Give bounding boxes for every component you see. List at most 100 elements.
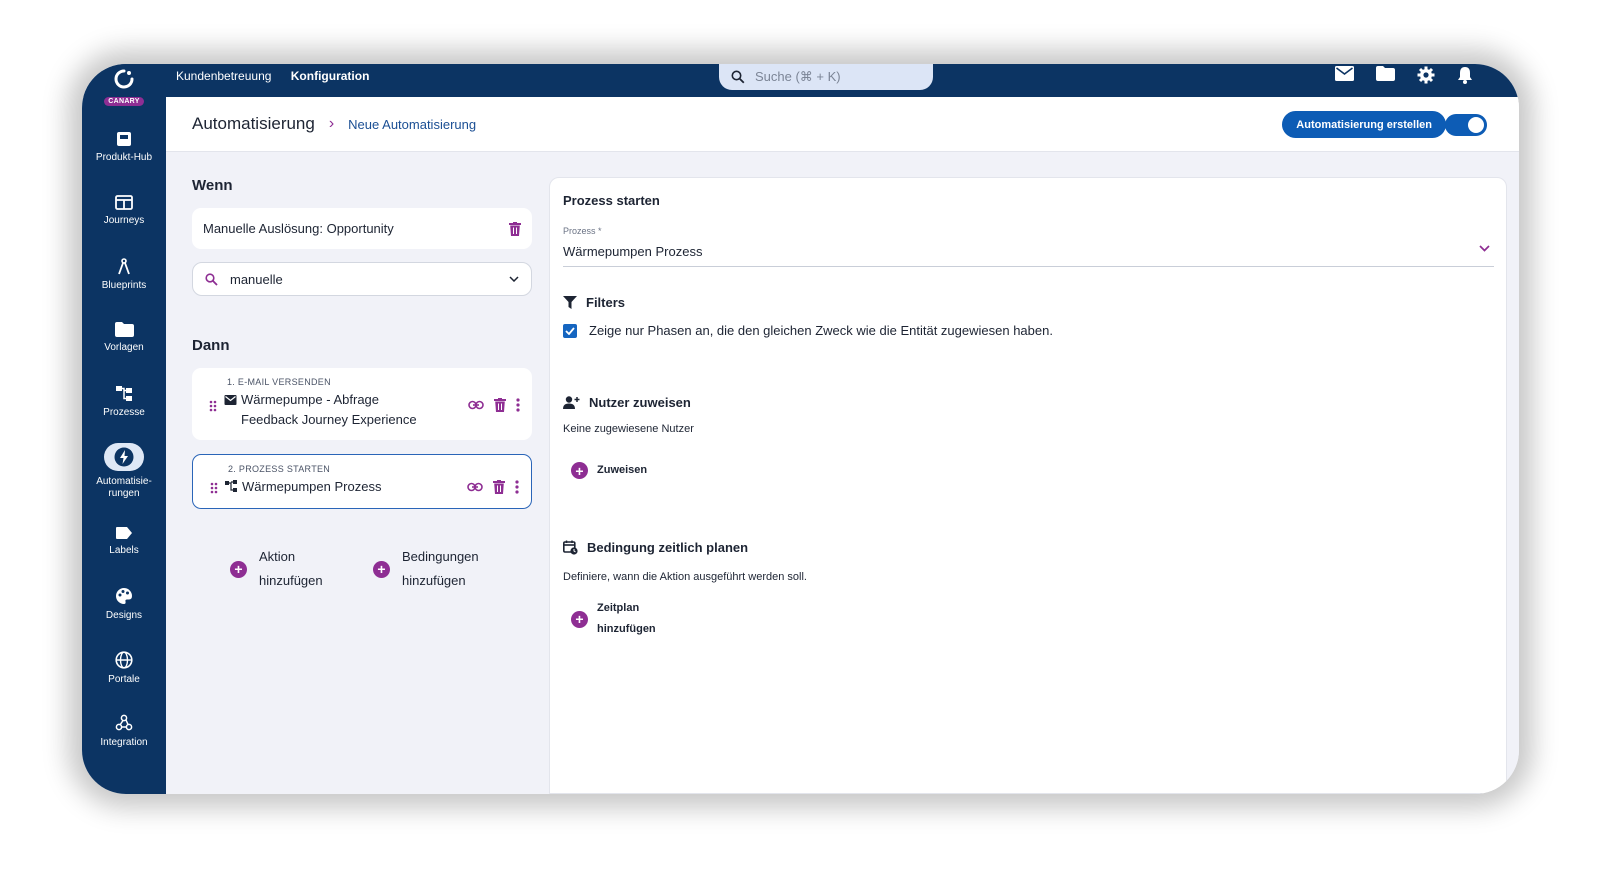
breadcrumb-root[interactable]: Automatisierung [192, 114, 315, 134]
process-select[interactable]: Wärmepumpen Prozess [563, 244, 702, 259]
top-bar: Kundenbetreuung Konfiguration Suche (⌘ +… [82, 64, 1519, 97]
assign-title: Nutzer zuweisen [589, 395, 691, 410]
canary-logo[interactable]: CANARY [92, 68, 156, 108]
sidebar-item-prozesse[interactable]: Prozesse [82, 385, 166, 419]
compass-icon [118, 258, 130, 275]
top-tabs: Kundenbetreuung Konfiguration [176, 69, 385, 83]
add-schedule-button[interactable]: + Zeitplan hinzufügen [571, 598, 656, 640]
sidebar-item-label: Designs [105, 610, 143, 621]
check-icon [565, 326, 575, 335]
add-action-button[interactable]: + Aktion hinzufügen [230, 545, 323, 593]
folder-icon [114, 322, 134, 337]
action-card-process[interactable]: 2. PROZESS STARTEN Wärmepumpen Prozess [192, 454, 532, 509]
globe-icon [115, 651, 133, 669]
sidebar-item-labels[interactable]: Labels [82, 526, 166, 557]
schedule-title: Bedingung zeitlich planen [587, 540, 749, 555]
bell-icon[interactable] [1457, 66, 1473, 84]
add-condition-line2: hinzufügen [402, 573, 466, 588]
trigger-card[interactable]: Manuelle Auslösung: Opportunity [192, 208, 532, 249]
sidebar-item-label: Labels [109, 545, 139, 556]
assign-button-label: Zuweisen [597, 464, 648, 476]
then-title: Dann [192, 337, 230, 354]
settings-icon[interactable] [1417, 66, 1435, 84]
sidebar-item-label: Journeys [103, 215, 145, 226]
chevron-right-icon: › [328, 115, 335, 132]
add-condition-button[interactable]: + Bedingungen hinzufügen [373, 545, 479, 593]
sidebar-item-label-line2: rungen [108, 488, 140, 499]
page-header: Automatisierung › Neue Automatisierung A… [166, 97, 1519, 152]
action-tools [468, 398, 520, 412]
chevron-down-icon [509, 276, 519, 282]
create-automation-button[interactable]: Automatisierung erstellen [1282, 111, 1446, 138]
drag-handle-icon[interactable] [206, 400, 220, 412]
trash-icon[interactable] [509, 221, 521, 236]
panel-title: Prozess starten [563, 193, 660, 208]
tab-konfiguration[interactable]: Konfiguration [291, 69, 370, 83]
product-hub-icon [117, 132, 131, 146]
phase-filter-checkbox[interactable] [563, 323, 577, 338]
more-vertical-icon[interactable] [515, 480, 519, 494]
assign-user-button[interactable]: + Zuweisen [571, 460, 647, 481]
action-name: Wärmepumpe - Abfrage Feedback Journey Ex… [220, 390, 468, 430]
mail-icon[interactable] [1335, 66, 1354, 81]
search-placeholder: Suche (⌘ + K) [755, 68, 841, 84]
trigger-search-select[interactable]: manuelle [192, 262, 532, 296]
add-condition-line1: Bedingungen [402, 549, 479, 564]
link-icon[interactable] [467, 482, 483, 492]
breadcrumb-current: Neue Automatisierung [348, 116, 477, 132]
global-search[interactable]: Suche (⌘ + K) [719, 64, 933, 90]
action-detail-panel: Prozess starten Prozess * Wärmepumpen Pr… [549, 177, 1507, 794]
plus-icon: + [373, 560, 390, 578]
action-step-label: 1. E-MAIL VERSENDEN [227, 377, 331, 387]
when-title: Wenn [192, 177, 233, 194]
action-card-email[interactable]: 1. E-MAIL VERSENDEN Wärmepumpe - Abfrage… [192, 368, 532, 440]
sidebar-item-designs[interactable]: Designs [82, 587, 166, 622]
toggle-knob [1468, 117, 1484, 133]
active-toggle[interactable] [1445, 114, 1487, 136]
trash-icon[interactable] [493, 480, 505, 494]
tab-kundenbetreuung[interactable]: Kundenbetreuung [176, 69, 271, 83]
search-icon [731, 70, 745, 83]
sidebar-item-vorlagen[interactable]: Vorlagen [82, 322, 166, 354]
process-field-underline [563, 266, 1494, 267]
calendar-clock-icon [563, 540, 578, 555]
process-icon [116, 386, 132, 401]
filter-icon [563, 296, 577, 309]
action-name-line1: Wärmepumpen Prozess [242, 479, 382, 494]
sidebar-item-label: Portale [108, 674, 140, 685]
schedule-heading: Bedingung zeitlich planen [563, 540, 748, 555]
add-user-icon [563, 396, 580, 409]
assign-heading: Nutzer zuweisen [563, 395, 691, 410]
add-action-line2: hinzufügen [259, 573, 323, 588]
trash-icon[interactable] [494, 398, 506, 412]
sidebar-item-portale[interactable]: Portale [82, 651, 166, 686]
breadcrumb: Automatisierung › Neue Automatisierung [192, 114, 476, 134]
drag-handle-icon[interactable] [207, 482, 221, 494]
chevron-down-icon[interactable] [1479, 245, 1490, 252]
mail-icon [224, 395, 237, 405]
action-tools [467, 480, 519, 494]
folder-icon[interactable] [1376, 66, 1395, 81]
webhook-icon [115, 714, 133, 731]
sidebar: CANARY Produkt-Hub Journeys Blueprints V… [82, 64, 166, 794]
process-field-label: Prozess * [563, 226, 602, 236]
label-icon [116, 527, 132, 539]
plus-icon: + [571, 610, 588, 628]
top-icon-bar [1335, 66, 1473, 84]
more-vertical-icon[interactable] [516, 398, 520, 412]
sidebar-item-produkt-hub[interactable]: Produkt-Hub [82, 131, 166, 164]
sidebar-item-automatisierungen[interactable]: Automatisie- rungen [82, 443, 166, 500]
schedule-description: Definiere, wann die Aktion ausgeführt we… [563, 571, 807, 583]
logo-badge: CANARY [104, 97, 144, 106]
sidebar-item-label: Vorlagen [104, 342, 144, 353]
action-step-label: 2. PROZESS STARTEN [228, 464, 331, 474]
link-icon[interactable] [468, 400, 484, 410]
bolt-icon [114, 447, 134, 467]
plus-icon: + [571, 462, 588, 479]
search-icon [205, 272, 218, 286]
sidebar-item-journeys[interactable]: Journeys [82, 195, 166, 227]
sidebar-item-label: Integration [100, 737, 148, 748]
sidebar-item-blueprints[interactable]: Blueprints [82, 258, 166, 292]
logo-icon [114, 69, 134, 89]
sidebar-item-integration[interactable]: Integration [82, 714, 166, 749]
